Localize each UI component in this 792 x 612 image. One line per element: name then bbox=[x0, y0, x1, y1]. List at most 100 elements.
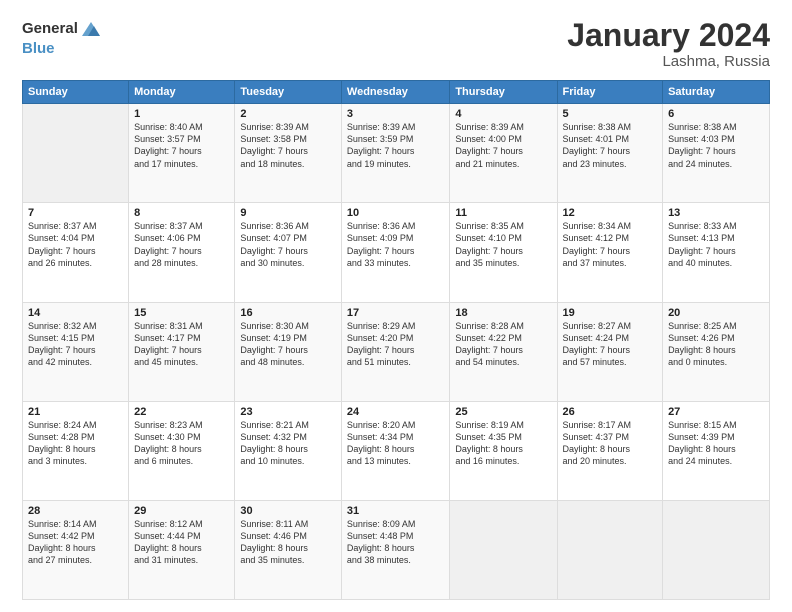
day-number: 18 bbox=[455, 307, 551, 319]
cell-w5-d7 bbox=[663, 500, 770, 599]
day-number: 19 bbox=[563, 307, 658, 319]
day-info: Sunrise: 8:34 AM Sunset: 4:12 PM Dayligh… bbox=[563, 220, 658, 269]
day-info: Sunrise: 8:30 AM Sunset: 4:19 PM Dayligh… bbox=[240, 320, 336, 369]
location: Lashma, Russia bbox=[567, 53, 770, 70]
cell-w4-d4: 24Sunrise: 8:20 AM Sunset: 4:34 PM Dayli… bbox=[341, 401, 449, 500]
cell-w5-d4: 31Sunrise: 8:09 AM Sunset: 4:48 PM Dayli… bbox=[341, 500, 449, 599]
day-info: Sunrise: 8:12 AM Sunset: 4:44 PM Dayligh… bbox=[134, 518, 229, 567]
day-info: Sunrise: 8:29 AM Sunset: 4:20 PM Dayligh… bbox=[347, 320, 444, 369]
day-number: 29 bbox=[134, 505, 229, 517]
day-number: 23 bbox=[240, 406, 336, 418]
week-row-2: 7Sunrise: 8:37 AM Sunset: 4:04 PM Daylig… bbox=[23, 203, 770, 302]
day-number: 30 bbox=[240, 505, 336, 517]
day-info: Sunrise: 8:21 AM Sunset: 4:32 PM Dayligh… bbox=[240, 419, 336, 468]
day-info: Sunrise: 8:38 AM Sunset: 4:01 PM Dayligh… bbox=[563, 121, 658, 170]
day-number: 20 bbox=[668, 307, 764, 319]
day-info: Sunrise: 8:39 AM Sunset: 3:58 PM Dayligh… bbox=[240, 121, 336, 170]
day-info: Sunrise: 8:39 AM Sunset: 3:59 PM Dayligh… bbox=[347, 121, 444, 170]
week-row-5: 28Sunrise: 8:14 AM Sunset: 4:42 PM Dayli… bbox=[23, 500, 770, 599]
day-number: 27 bbox=[668, 406, 764, 418]
cell-w2-d1: 7Sunrise: 8:37 AM Sunset: 4:04 PM Daylig… bbox=[23, 203, 129, 302]
day-info: Sunrise: 8:24 AM Sunset: 4:28 PM Dayligh… bbox=[28, 419, 123, 468]
cell-w4-d2: 22Sunrise: 8:23 AM Sunset: 4:30 PM Dayli… bbox=[129, 401, 235, 500]
header: General Blue January 2024 Lashma, Russia bbox=[22, 18, 770, 70]
day-info: Sunrise: 8:36 AM Sunset: 4:09 PM Dayligh… bbox=[347, 220, 444, 269]
day-info: Sunrise: 8:19 AM Sunset: 4:35 PM Dayligh… bbox=[455, 419, 551, 468]
cell-w1-d6: 5Sunrise: 8:38 AM Sunset: 4:01 PM Daylig… bbox=[557, 104, 663, 203]
cell-w2-d6: 12Sunrise: 8:34 AM Sunset: 4:12 PM Dayli… bbox=[557, 203, 663, 302]
col-saturday: Saturday bbox=[663, 81, 770, 104]
logo-general: General bbox=[22, 21, 78, 38]
day-number: 5 bbox=[563, 108, 658, 120]
cell-w1-d2: 1Sunrise: 8:40 AM Sunset: 3:57 PM Daylig… bbox=[129, 104, 235, 203]
cell-w5-d3: 30Sunrise: 8:11 AM Sunset: 4:46 PM Dayli… bbox=[235, 500, 342, 599]
day-number: 2 bbox=[240, 108, 336, 120]
day-number: 24 bbox=[347, 406, 444, 418]
day-info: Sunrise: 8:28 AM Sunset: 4:22 PM Dayligh… bbox=[455, 320, 551, 369]
day-info: Sunrise: 8:39 AM Sunset: 4:00 PM Dayligh… bbox=[455, 121, 551, 170]
day-info: Sunrise: 8:35 AM Sunset: 4:10 PM Dayligh… bbox=[455, 220, 551, 269]
day-info: Sunrise: 8:32 AM Sunset: 4:15 PM Dayligh… bbox=[28, 320, 123, 369]
cell-w2-d4: 10Sunrise: 8:36 AM Sunset: 4:09 PM Dayli… bbox=[341, 203, 449, 302]
logo-icon bbox=[80, 18, 102, 40]
day-info: Sunrise: 8:33 AM Sunset: 4:13 PM Dayligh… bbox=[668, 220, 764, 269]
day-number: 10 bbox=[347, 207, 444, 219]
week-row-3: 14Sunrise: 8:32 AM Sunset: 4:15 PM Dayli… bbox=[23, 302, 770, 401]
cell-w3-d4: 17Sunrise: 8:29 AM Sunset: 4:20 PM Dayli… bbox=[341, 302, 449, 401]
cell-w2-d5: 11Sunrise: 8:35 AM Sunset: 4:10 PM Dayli… bbox=[450, 203, 557, 302]
cell-w3-d2: 15Sunrise: 8:31 AM Sunset: 4:17 PM Dayli… bbox=[129, 302, 235, 401]
cell-w4-d5: 25Sunrise: 8:19 AM Sunset: 4:35 PM Dayli… bbox=[450, 401, 557, 500]
cell-w1-d1 bbox=[23, 104, 129, 203]
cell-w2-d2: 8Sunrise: 8:37 AM Sunset: 4:06 PM Daylig… bbox=[129, 203, 235, 302]
day-number: 4 bbox=[455, 108, 551, 120]
day-number: 9 bbox=[240, 207, 336, 219]
cell-w4-d7: 27Sunrise: 8:15 AM Sunset: 4:39 PM Dayli… bbox=[663, 401, 770, 500]
day-info: Sunrise: 8:38 AM Sunset: 4:03 PM Dayligh… bbox=[668, 121, 764, 170]
day-info: Sunrise: 8:11 AM Sunset: 4:46 PM Dayligh… bbox=[240, 518, 336, 567]
cell-w3-d1: 14Sunrise: 8:32 AM Sunset: 4:15 PM Dayli… bbox=[23, 302, 129, 401]
day-info: Sunrise: 8:36 AM Sunset: 4:07 PM Dayligh… bbox=[240, 220, 336, 269]
day-number: 22 bbox=[134, 406, 229, 418]
day-number: 15 bbox=[134, 307, 229, 319]
day-info: Sunrise: 8:37 AM Sunset: 4:04 PM Dayligh… bbox=[28, 220, 123, 269]
cell-w3-d3: 16Sunrise: 8:30 AM Sunset: 4:19 PM Dayli… bbox=[235, 302, 342, 401]
day-number: 16 bbox=[240, 307, 336, 319]
day-number: 8 bbox=[134, 207, 229, 219]
cell-w2-d7: 13Sunrise: 8:33 AM Sunset: 4:13 PM Dayli… bbox=[663, 203, 770, 302]
day-number: 25 bbox=[455, 406, 551, 418]
col-tuesday: Tuesday bbox=[235, 81, 342, 104]
day-number: 13 bbox=[668, 207, 764, 219]
header-row: Sunday Monday Tuesday Wednesday Thursday… bbox=[23, 81, 770, 104]
cell-w4-d6: 26Sunrise: 8:17 AM Sunset: 4:37 PM Dayli… bbox=[557, 401, 663, 500]
day-number: 7 bbox=[28, 207, 123, 219]
cell-w1-d3: 2Sunrise: 8:39 AM Sunset: 3:58 PM Daylig… bbox=[235, 104, 342, 203]
day-number: 12 bbox=[563, 207, 658, 219]
day-info: Sunrise: 8:23 AM Sunset: 4:30 PM Dayligh… bbox=[134, 419, 229, 468]
day-number: 3 bbox=[347, 108, 444, 120]
day-number: 14 bbox=[28, 307, 123, 319]
week-row-1: 1Sunrise: 8:40 AM Sunset: 3:57 PM Daylig… bbox=[23, 104, 770, 203]
day-info: Sunrise: 8:37 AM Sunset: 4:06 PM Dayligh… bbox=[134, 220, 229, 269]
cell-w5-d6 bbox=[557, 500, 663, 599]
day-number: 26 bbox=[563, 406, 658, 418]
day-number: 17 bbox=[347, 307, 444, 319]
calendar-table: Sunday Monday Tuesday Wednesday Thursday… bbox=[22, 80, 770, 600]
col-monday: Monday bbox=[129, 81, 235, 104]
cell-w1-d7: 6Sunrise: 8:38 AM Sunset: 4:03 PM Daylig… bbox=[663, 104, 770, 203]
title-block: January 2024 Lashma, Russia bbox=[567, 18, 770, 70]
cell-w5-d2: 29Sunrise: 8:12 AM Sunset: 4:44 PM Dayli… bbox=[129, 500, 235, 599]
cell-w1-d4: 3Sunrise: 8:39 AM Sunset: 3:59 PM Daylig… bbox=[341, 104, 449, 203]
col-thursday: Thursday bbox=[450, 81, 557, 104]
cell-w5-d1: 28Sunrise: 8:14 AM Sunset: 4:42 PM Dayli… bbox=[23, 500, 129, 599]
cell-w5-d5 bbox=[450, 500, 557, 599]
cell-w4-d1: 21Sunrise: 8:24 AM Sunset: 4:28 PM Dayli… bbox=[23, 401, 129, 500]
cell-w4-d3: 23Sunrise: 8:21 AM Sunset: 4:32 PM Dayli… bbox=[235, 401, 342, 500]
day-info: Sunrise: 8:14 AM Sunset: 4:42 PM Dayligh… bbox=[28, 518, 123, 567]
cell-w3-d6: 19Sunrise: 8:27 AM Sunset: 4:24 PM Dayli… bbox=[557, 302, 663, 401]
day-number: 6 bbox=[668, 108, 764, 120]
day-info: Sunrise: 8:17 AM Sunset: 4:37 PM Dayligh… bbox=[563, 419, 658, 468]
week-row-4: 21Sunrise: 8:24 AM Sunset: 4:28 PM Dayli… bbox=[23, 401, 770, 500]
logo: General Blue bbox=[22, 18, 102, 58]
day-info: Sunrise: 8:27 AM Sunset: 4:24 PM Dayligh… bbox=[563, 320, 658, 369]
day-info: Sunrise: 8:09 AM Sunset: 4:48 PM Dayligh… bbox=[347, 518, 444, 567]
